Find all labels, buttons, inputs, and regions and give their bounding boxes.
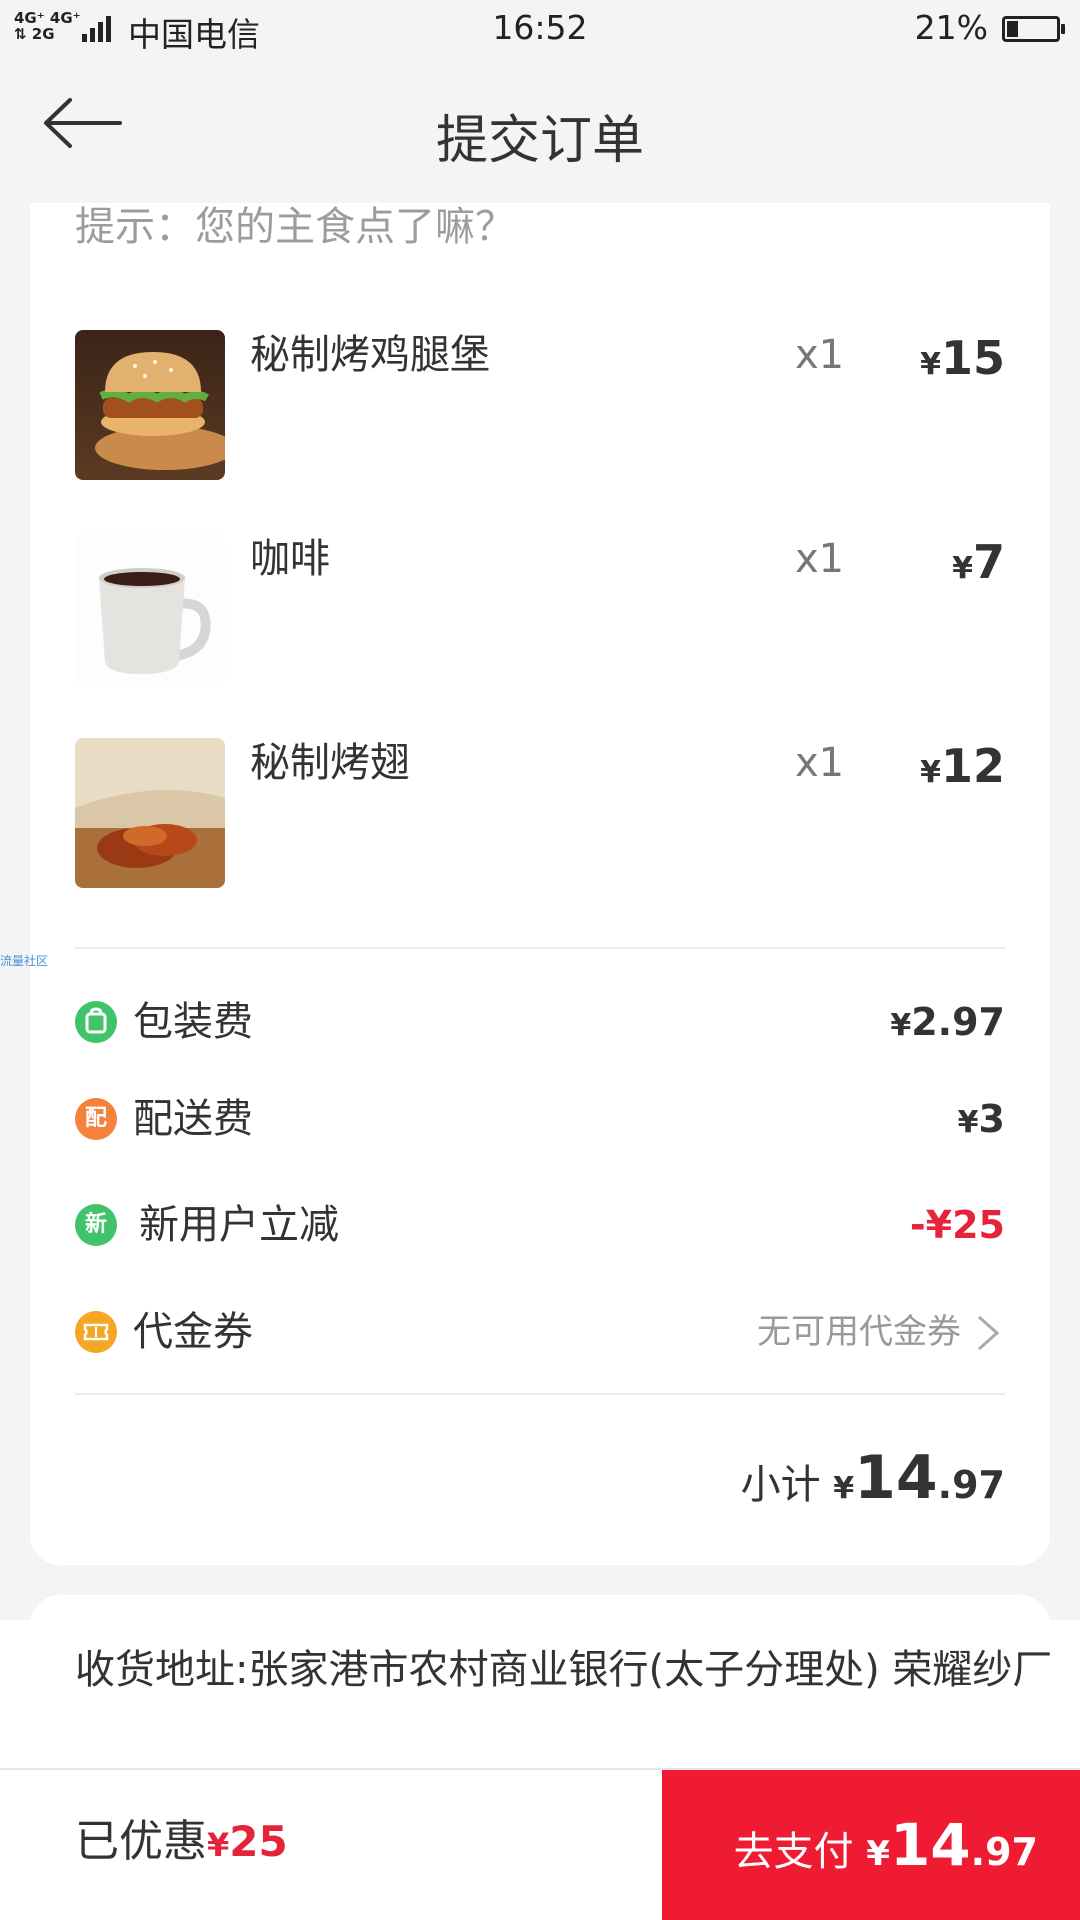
battery-percent: 21%	[914, 8, 988, 47]
pay-integer: 14	[889, 1811, 971, 1879]
battery-icon	[1002, 16, 1065, 42]
delivery-fee-label: 配送费	[133, 1096, 253, 1142]
subtotal-label: 小计	[740, 1462, 821, 1508]
coupon-row[interactable]: 代金券 无可用代金券	[75, 1303, 1005, 1363]
item-quantity: x1	[795, 536, 845, 582]
new-user-badge-icon: 新	[75, 1204, 117, 1246]
wings-image	[75, 738, 225, 888]
currency-symbol: ¥	[866, 1834, 890, 1874]
subtotal-decimal: .97	[937, 1463, 1005, 1507]
bag-icon	[75, 1001, 117, 1043]
item-price: ¥12	[920, 738, 1005, 801]
watermark: 流量社区	[0, 954, 49, 968]
packaging-fee-amount: 2.97	[911, 1000, 1005, 1044]
packaging-fee-label: 包装费	[133, 999, 253, 1045]
order-item: 咖啡 x1 ¥7	[75, 534, 1005, 684]
currency-symbol: ¥	[920, 755, 941, 790]
item-name: 秘制烤翅	[250, 740, 410, 786]
pay-button[interactable]: 去支付 ¥14.97	[662, 1770, 1080, 1920]
delivery-badge-icon: 配	[75, 1098, 117, 1140]
order-item: 秘制烤翅 x1 ¥12	[75, 738, 1005, 888]
pay-decimal: .97	[970, 1830, 1038, 1874]
currency-symbol: ¥	[952, 551, 973, 586]
item-name: 咖啡	[250, 536, 330, 582]
chevron-right-icon	[978, 1315, 1000, 1351]
divider	[75, 947, 1005, 949]
subtotal: 小计 ¥14.97	[741, 1443, 1005, 1524]
currency-symbol: ¥	[207, 1826, 230, 1864]
currency-symbol: ¥	[957, 1105, 979, 1140]
item-price-value: 15	[940, 331, 1005, 385]
delivery-fee-row: 配 配送费 ¥3	[75, 1090, 1005, 1150]
discount-summary: 已优惠¥25	[75, 1812, 288, 1875]
item-price: ¥15	[920, 330, 1005, 393]
coupon-status: 无可用代金券	[757, 1312, 961, 1352]
new-user-discount-row: 新 新用户立减 -¥25	[75, 1196, 1005, 1256]
item-name: 秘制烤鸡腿堡	[250, 332, 490, 378]
bottom-bar: 已优惠¥25 去支付 ¥14.97	[0, 1770, 1080, 1920]
discount-label: 已优惠	[75, 1816, 207, 1867]
coupon-label: 代金券	[133, 1309, 253, 1355]
item-price: ¥7	[952, 534, 1005, 597]
subtotal-integer: 14	[854, 1443, 938, 1513]
order-item: 秘制烤鸡腿堡 x1 ¥15	[75, 330, 1005, 480]
delivery-fee-amount: 3	[978, 1097, 1005, 1141]
item-quantity: x1	[795, 740, 845, 786]
item-price-value: 7	[972, 535, 1005, 589]
packaging-fee-value: ¥2.97	[890, 993, 1005, 1055]
divider	[75, 1393, 1005, 1395]
currency-symbol: ¥	[890, 1008, 912, 1043]
coffee-image	[75, 534, 225, 684]
delivery-fee-value: ¥3	[958, 1090, 1005, 1152]
nav-bar: 提交订单	[0, 58, 1080, 203]
discount-value: 25	[229, 1817, 288, 1866]
item-quantity: x1	[795, 332, 845, 378]
order-card: 提示：您的主食点了嘛？ 秘制烤鸡腿堡 x1 ¥15 咖啡 x1 ¥7 秘制烤翅 …	[30, 203, 1050, 1565]
pay-label: 去支付	[733, 1829, 854, 1875]
coupon-icon	[75, 1311, 117, 1353]
new-user-discount-value: -¥25	[909, 1203, 1005, 1247]
delivery-address: 收货地址:张家港市农村商业银行(太子分理处) 荣耀纱厂	[75, 1647, 1053, 1693]
status-bar: 4G⁺ 4G⁺ ⇅ 2G 中国电信 16:52 21%	[0, 0, 1080, 58]
new-user-discount-label: 新用户立减	[139, 1202, 339, 1248]
discount-amount: ¥25	[207, 1817, 288, 1866]
currency-symbol: ¥	[920, 347, 941, 382]
hint-text: 提示：您的主食点了嘛？	[75, 204, 515, 250]
page-title: 提交订单	[435, 111, 644, 171]
burger-image	[75, 330, 225, 480]
currency-symbol: ¥	[833, 1471, 855, 1506]
address-panel[interactable]: 收货地址:张家港市农村商业银行(太子分理处) 荣耀纱厂	[0, 1620, 1080, 1770]
item-price-value: 12	[940, 739, 1005, 793]
packaging-fee-row: 包装费 ¥2.97	[75, 993, 1005, 1053]
pay-button-content: 去支付 ¥14.97	[734, 1810, 1038, 1889]
